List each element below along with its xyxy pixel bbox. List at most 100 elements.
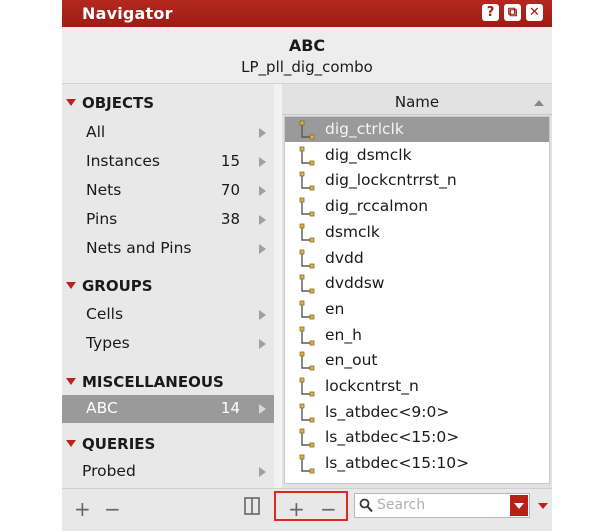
item-count: 14 [220,399,240,417]
list-item[interactable]: ls_atbdec<15:0> [285,425,549,450]
expand-arrow-icon [259,186,266,196]
list-item[interactable]: dig_ctrlclk [285,117,549,142]
add-item-button[interactable]: + [288,497,305,521]
expand-arrow-icon [259,215,266,225]
pin-icon [299,223,315,243]
name-column-header[interactable]: Name [282,90,552,115]
search-placeholder: Search [377,497,426,513]
list-item-label: dig_lockcntrrst_n [325,171,457,190]
pin-icon [299,351,315,371]
expand-arrow-icon [259,339,266,349]
list-item[interactable]: en [285,297,549,322]
panel-toggle-icon[interactable] [244,497,260,515]
item-label: ABC [86,399,118,417]
list-item[interactable]: dvddsw [285,271,549,296]
list-item[interactable]: lockcntrst_n [285,374,549,399]
sort-ascending-icon [534,100,544,106]
list-item-label: dig_rccalmon [325,197,429,216]
list-item[interactable]: dig_rccalmon [285,194,549,219]
list-item[interactable]: dig_lockcntrrst_n [285,168,549,193]
item-label: Instances [86,152,161,170]
filter-dropdown-icon[interactable] [538,503,548,509]
name-list-pane: Name dig_ctrlclk dig_dsmclk dig_lockcntrrs… [282,84,552,488]
cell-name: ABC [288,36,326,55]
pin-icon [299,403,315,423]
section-miscellaneous[interactable]: MISCELLANEOUS [66,373,224,391]
title-bar: Navigator ? ⧉ ✕ [62,0,552,27]
list-item[interactable]: dvdd [285,246,549,271]
section-title: QUERIES [82,435,156,453]
tree-item-probed[interactable]: Probed [62,458,274,486]
navigator-panel: Navigator ? ⧉ ✕ ABC LP_pll_dig_combo OBJ… [62,0,552,531]
pin-icon [299,300,315,320]
list-item[interactable]: ls_atbdec<9:0> [285,400,549,425]
pin-icon [299,377,315,397]
tree-item-nets[interactable]: Nets 70 [62,177,274,205]
section-objects[interactable]: OBJECTS [66,94,154,112]
section-title: MISCELLANEOUS [82,373,224,391]
remove-group-button[interactable]: − [104,497,121,521]
pin-icon [299,274,315,294]
expand-arrow-icon [259,157,266,167]
tree-item-types[interactable]: Types [62,330,274,358]
list-item-label: en_out [325,351,378,370]
list-item[interactable]: en_out [285,348,549,373]
window-title: Navigator [82,4,173,23]
tree-item-instances[interactable]: Instances 15 [62,148,274,176]
list-item-label: lockcntrst_n [325,377,419,395]
search-input[interactable]: Search [354,493,530,518]
list-item-label: en [325,299,345,318]
tree-item-pins[interactable]: Pins 38 [62,206,274,234]
item-count: 15 [220,152,240,170]
section-queries[interactable]: QUERIES [66,435,155,453]
list-item[interactable]: dsmclk [285,220,549,245]
cell-header: ABC LP_pll_dig_combo [62,27,552,84]
list-item-label: ls_atbdec<9:0> [325,402,450,421]
tree-item-all[interactable]: All [62,119,274,147]
pin-icon [299,249,315,268]
section-title: GROUPS [82,277,153,295]
expand-arrow-icon [259,244,266,254]
pin-icon [299,454,315,474]
add-group-button[interactable]: + [74,497,91,521]
collapse-triangle-icon [66,99,76,106]
list-item-label: en_h [325,325,362,344]
item-label: Probed [82,462,136,480]
collapse-triangle-icon [66,440,76,447]
list-item-label: dvddsw [325,274,385,293]
pin-icon [299,197,315,217]
close-button[interactable]: ✕ [526,4,543,21]
list-item-label: dvdd [325,248,364,267]
tree-item-nets-and-pins[interactable]: Nets and Pins [62,235,274,263]
expand-arrow-icon [259,128,266,138]
list-item[interactable]: ls_atbdec<15:10> [285,451,549,476]
item-label: Nets and Pins [86,239,192,257]
pin-icon [299,146,315,166]
pin-icon [299,171,315,191]
item-label: Cells [86,305,124,323]
highlight-box [274,491,348,521]
section-title: OBJECTS [82,94,155,112]
name-list[interactable]: dig_ctrlclk dig_dsmclk dig_lockcntrrst_ndi… [284,116,550,484]
item-label: Types [86,334,130,352]
help-button[interactable]: ? [482,4,499,21]
float-button[interactable]: ⧉ [504,4,521,21]
search-options-dropdown[interactable] [510,495,528,516]
bottom-toolbar: + − + − Search [62,488,552,531]
remove-item-button[interactable]: − [320,497,337,521]
list-item-label: dsmclk [325,222,380,241]
item-count: 38 [220,210,240,228]
tree-item-cells[interactable]: Cells [62,301,274,329]
search-icon [359,498,373,513]
list-item[interactable]: dig_dsmclk [285,143,549,168]
item-label: Pins [86,210,118,228]
item-count: 70 [220,181,240,199]
list-item[interactable]: en_h [285,323,549,348]
collapse-triangle-icon [66,282,76,289]
list-item-label: ls_atbdec<15:0> [325,428,460,447]
tree-item-abc[interactable]: ABC 14 [62,395,274,423]
section-groups[interactable]: GROUPS [66,277,153,295]
pin-icon [299,428,315,448]
cell-subtitle: LP_pll_dig_combo [241,58,373,76]
item-label: Nets [86,181,122,199]
